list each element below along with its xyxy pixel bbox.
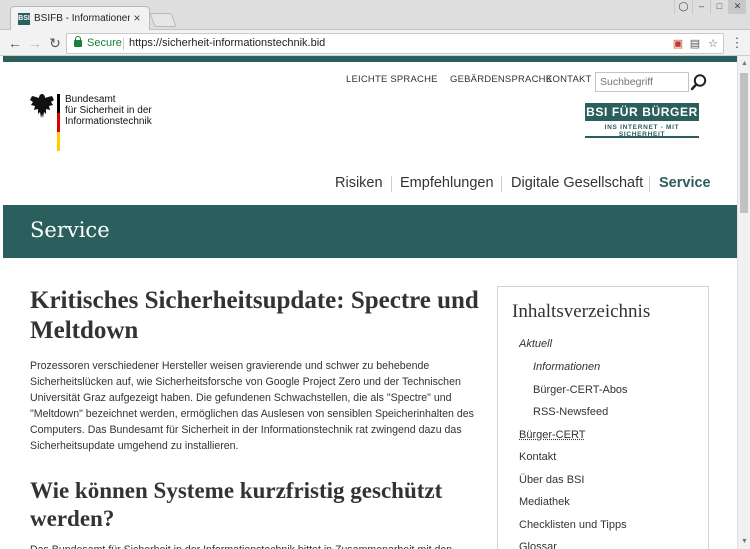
article-subheading: Wie können Systeme kurzfristig geschützt…: [30, 478, 443, 531]
toc-item-buerger-cert-abos[interactable]: Bürger-CERT-Abos: [533, 384, 628, 396]
badge-underline: [585, 136, 699, 138]
toc-item-aktuell[interactable]: Aktuell: [519, 338, 552, 350]
meta-nav-kontakt[interactable]: KONTAKT: [546, 74, 592, 85]
logo-line: für Sicherheit in der: [65, 105, 152, 116]
address-bar[interactable]: Secure https://sicherheit-informationste…: [66, 33, 724, 54]
url-divider: [123, 38, 124, 50]
search-input[interactable]: [595, 72, 689, 92]
nav-separator: [391, 176, 392, 192]
toc-item-ueber-das-bsi[interactable]: Über das BSI: [519, 474, 584, 486]
toc-title: Inhaltsverzeichnis: [512, 301, 651, 322]
site-top-bar: [3, 56, 737, 62]
reload-icon[interactable]: ↻: [46, 34, 64, 52]
bsi-favicon-icon: BSI: [18, 13, 30, 25]
toc-item-buerger-cert[interactable]: Bürger-CERT: [519, 429, 585, 441]
article-body: Prozessoren verschiedener Hersteller wei…: [30, 360, 474, 452]
toc-item-rss-newsfeed[interactable]: RSS-Newsfeed: [533, 406, 608, 418]
url-text[interactable]: https://sicherheit-informationstechnik.b…: [129, 37, 325, 49]
menu-icon[interactable]: ⋮: [730, 34, 744, 52]
translate-icon[interactable]: ▤: [688, 37, 702, 51]
banner-title: Service: [30, 218, 110, 242]
bsi-logo-text[interactable]: Bundesamt für Sicherheit in der Informat…: [65, 94, 175, 127]
toc-item-glossar[interactable]: Glossar: [519, 541, 557, 549]
toc-item-kontakt[interactable]: Kontakt: [519, 451, 556, 463]
secure-label: Secure: [87, 37, 122, 49]
nav-digitale-gesellschaft[interactable]: Digitale Gesellschaft: [511, 175, 643, 191]
scroll-up-icon[interactable]: ▲: [740, 59, 749, 68]
meta-nav-leichte-sprache[interactable]: LEICHTE SPRACHE: [346, 74, 438, 85]
bsi-fuer-buerger-badge[interactable]: BSI FÜR BÜRGER INS INTERNET - MIT SICHER…: [585, 103, 699, 139]
scroll-down-icon[interactable]: ▼: [740, 537, 749, 546]
tab-close-icon[interactable]: ×: [131, 11, 143, 25]
meta-nav-gebaerdensprache[interactable]: GEBÄRDENSPRACHE: [450, 74, 552, 85]
browser-toolbar: ← → ↻ Secure https://sicherheit-informat…: [0, 30, 750, 56]
back-arrow-icon[interactable]: ←: [6, 34, 24, 52]
new-tab-button[interactable]: [149, 13, 177, 27]
toc-item-informationen[interactable]: Informationen: [533, 361, 600, 373]
tab-title: BSIFB - Informationen - F: [34, 13, 130, 24]
minimize-icon[interactable]: –: [692, 0, 710, 14]
article-continued-text: Das Bundesamt für Sicherheit in der Info…: [30, 542, 485, 549]
star-icon[interactable]: ☆: [706, 37, 720, 51]
federal-eagle-icon: [30, 94, 54, 118]
nav-risiken[interactable]: Risiken: [335, 175, 383, 191]
window-controls: ◯ – □ ✕: [674, 0, 746, 14]
logo-line: Informationstechnik: [65, 116, 152, 127]
user-icon[interactable]: ◯: [674, 0, 692, 14]
maximize-icon[interactable]: □: [710, 0, 728, 14]
nav-empfehlungen[interactable]: Empfehlungen: [400, 175, 494, 191]
scroll-thumb[interactable]: [740, 73, 748, 213]
toc-item-mediathek[interactable]: Mediathek: [519, 496, 570, 508]
page-scrollbar[interactable]: ▲ ▼: [737, 56, 750, 549]
forward-arrow-icon[interactable]: →: [26, 34, 44, 52]
nav-separator: [649, 176, 650, 192]
blocked-popup-icon[interactable]: ▣: [671, 37, 685, 51]
article-title: Kritisches Sicherheitsupdate: Spectre un…: [30, 287, 479, 344]
toc-item-checklisten[interactable]: Checklisten und Tipps: [519, 519, 627, 531]
logo-line: Bundesamt: [65, 94, 116, 105]
table-of-contents: Inhaltsverzeichnis Aktuell Informationen…: [497, 286, 709, 549]
browser-tab[interactable]: BSI BSIFB - Informationen - F ×: [10, 6, 150, 31]
lock-icon: [74, 36, 82, 47]
nav-separator: [501, 176, 502, 192]
service-banner: Service: [3, 205, 737, 258]
browser-titlebar: BSI BSIFB - Informationen - F × ◯ – □ ✕: [0, 0, 750, 31]
search-icon[interactable]: [690, 73, 708, 91]
badge-title: BSI FÜR BÜRGER: [585, 103, 699, 121]
nav-service[interactable]: Service: [659, 175, 711, 191]
close-window-icon[interactable]: ✕: [728, 0, 746, 14]
german-flag-bar: [57, 94, 60, 151]
